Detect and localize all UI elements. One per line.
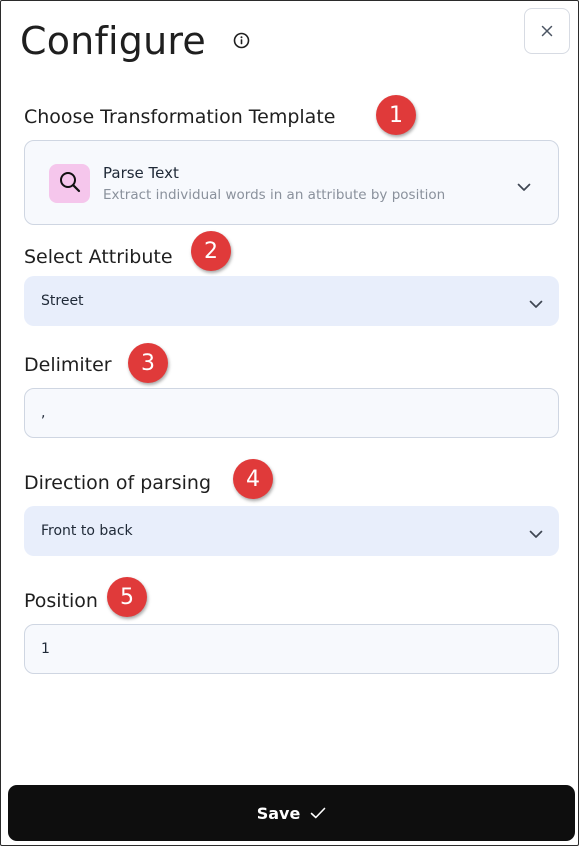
- chevron-down-icon: [529, 524, 543, 543]
- attribute-select-value: Street: [41, 293, 84, 309]
- step-badge-5: 5: [107, 577, 147, 617]
- template-select[interactable]: Parse Text Extract individual words in a…: [24, 140, 559, 225]
- page-title: Configure: [20, 19, 206, 63]
- template-description: Extract individual words in an attribute…: [103, 187, 446, 203]
- close-button[interactable]: [524, 8, 570, 54]
- configure-panel: Configure Choose Transformation Template…: [0, 0, 579, 846]
- attribute-label: Select Attribute: [24, 246, 173, 268]
- step-badge-4: 4: [233, 459, 273, 499]
- close-icon: [541, 22, 553, 41]
- chevron-down-icon: [529, 294, 543, 313]
- delimiter-label: Delimiter: [24, 354, 112, 376]
- template-icon-box: [49, 164, 90, 203]
- save-button[interactable]: Save: [8, 785, 575, 841]
- step-badge-3: 3: [128, 343, 168, 383]
- attribute-select[interactable]: Street: [24, 276, 559, 326]
- template-name: Parse Text: [103, 164, 179, 182]
- checkmark-icon: [310, 804, 326, 823]
- chevron-down-icon: [517, 177, 531, 196]
- delimiter-input[interactable]: [24, 388, 559, 438]
- info-icon[interactable]: [233, 32, 250, 49]
- template-label: Choose Transformation Template: [24, 106, 336, 128]
- save-button-label: Save: [256, 803, 301, 823]
- direction-label: Direction of parsing: [24, 472, 212, 494]
- direction-select-value: Front to back: [41, 523, 133, 539]
- step-badge-1: 1: [376, 95, 416, 135]
- position-input[interactable]: [24, 624, 559, 674]
- direction-select[interactable]: Front to back: [24, 506, 559, 556]
- position-label: Position: [24, 590, 98, 612]
- search-icon: [58, 170, 82, 198]
- step-badge-2: 2: [191, 231, 231, 271]
